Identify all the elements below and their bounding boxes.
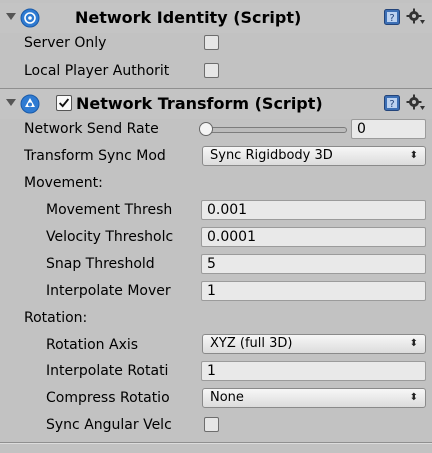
gear-icon[interactable] xyxy=(406,93,426,113)
rotation-header: Rotation: xyxy=(24,310,88,326)
local-player-authority-label: Local Player Authorit xyxy=(24,63,170,79)
movement-threshold-label: Movement Thresh xyxy=(46,202,173,218)
transform-sync-mode-label: Transform Sync Mod xyxy=(24,148,166,164)
send-rate-slider-thumb[interactable] xyxy=(199,122,213,136)
network-identity-title: Network Identity (Script) xyxy=(75,8,302,27)
enabled-checkbox[interactable] xyxy=(56,95,72,111)
local-player-authority-checkbox[interactable] xyxy=(204,63,219,78)
movement-header: Movement: xyxy=(24,175,103,191)
interpolate-movement-field[interactable]: 1 xyxy=(201,281,426,301)
network-identity-icon xyxy=(20,8,40,28)
help-icon[interactable]: ? xyxy=(384,95,400,111)
transform-sync-mode-value: Sync Rigidbody 3D xyxy=(210,148,333,163)
movement-threshold-field[interactable]: 0.001 xyxy=(201,200,426,220)
compress-rotation-dropdown[interactable]: None ⬍ xyxy=(202,388,426,408)
interpolate-rotation-field[interactable]: 1 xyxy=(201,361,426,381)
dropdown-arrow-icon: ⬍ xyxy=(409,392,418,403)
network-send-rate-label: Network Send Rate xyxy=(24,121,159,137)
send-rate-slider-track[interactable] xyxy=(205,127,347,133)
svg-text:?: ? xyxy=(389,99,394,110)
rotation-axis-label: Rotation Axis xyxy=(46,337,139,353)
server-only-checkbox[interactable] xyxy=(204,35,219,50)
gear-icon[interactable] xyxy=(406,7,426,27)
foldout-arrow-icon[interactable] xyxy=(6,99,16,106)
network-transform-title: Network Transform (Script) xyxy=(76,94,323,113)
network-identity-header[interactable]: Network Identity (Script) ? xyxy=(0,3,432,33)
compress-rotation-value: None xyxy=(210,390,244,405)
snap-threshold-field[interactable]: 5 xyxy=(201,254,426,274)
svg-text:?: ? xyxy=(389,13,394,24)
velocity-threshold-label: Velocity Thresholc xyxy=(46,229,174,245)
compress-rotation-label: Compress Rotatio xyxy=(46,390,170,406)
sync-angular-velocity-label: Sync Angular Velc xyxy=(46,417,172,433)
component-divider-highlight xyxy=(0,443,432,444)
send-rate-field[interactable]: 0 xyxy=(351,119,426,139)
velocity-threshold-field[interactable]: 0.0001 xyxy=(201,227,426,247)
help-icon[interactable]: ? xyxy=(384,9,400,25)
foldout-arrow-icon[interactable] xyxy=(6,13,16,20)
checkmark-icon xyxy=(58,98,70,108)
sync-angular-velocity-checkbox[interactable] xyxy=(204,417,219,432)
dropdown-arrow-icon: ⬍ xyxy=(409,150,418,161)
network-transform-icon xyxy=(20,94,40,114)
server-only-label: Server Only xyxy=(24,35,107,51)
interpolate-rotation-label: Interpolate Rotati xyxy=(46,363,169,379)
inspector-panel: Network Identity (Script) ? Server Only … xyxy=(0,0,432,453)
rotation-axis-dropdown[interactable]: XYZ (full 3D) ⬍ xyxy=(202,334,426,354)
network-transform-header[interactable]: Network Transform (Script) ? xyxy=(0,89,432,119)
rotation-axis-value: XYZ (full 3D) xyxy=(210,336,293,351)
transform-sync-mode-dropdown[interactable]: Sync Rigidbody 3D ⬍ xyxy=(202,146,426,166)
dropdown-arrow-icon: ⬍ xyxy=(409,338,418,349)
interpolate-movement-label: Interpolate Mover xyxy=(46,283,171,299)
snap-threshold-label: Snap Threshold xyxy=(46,256,155,272)
